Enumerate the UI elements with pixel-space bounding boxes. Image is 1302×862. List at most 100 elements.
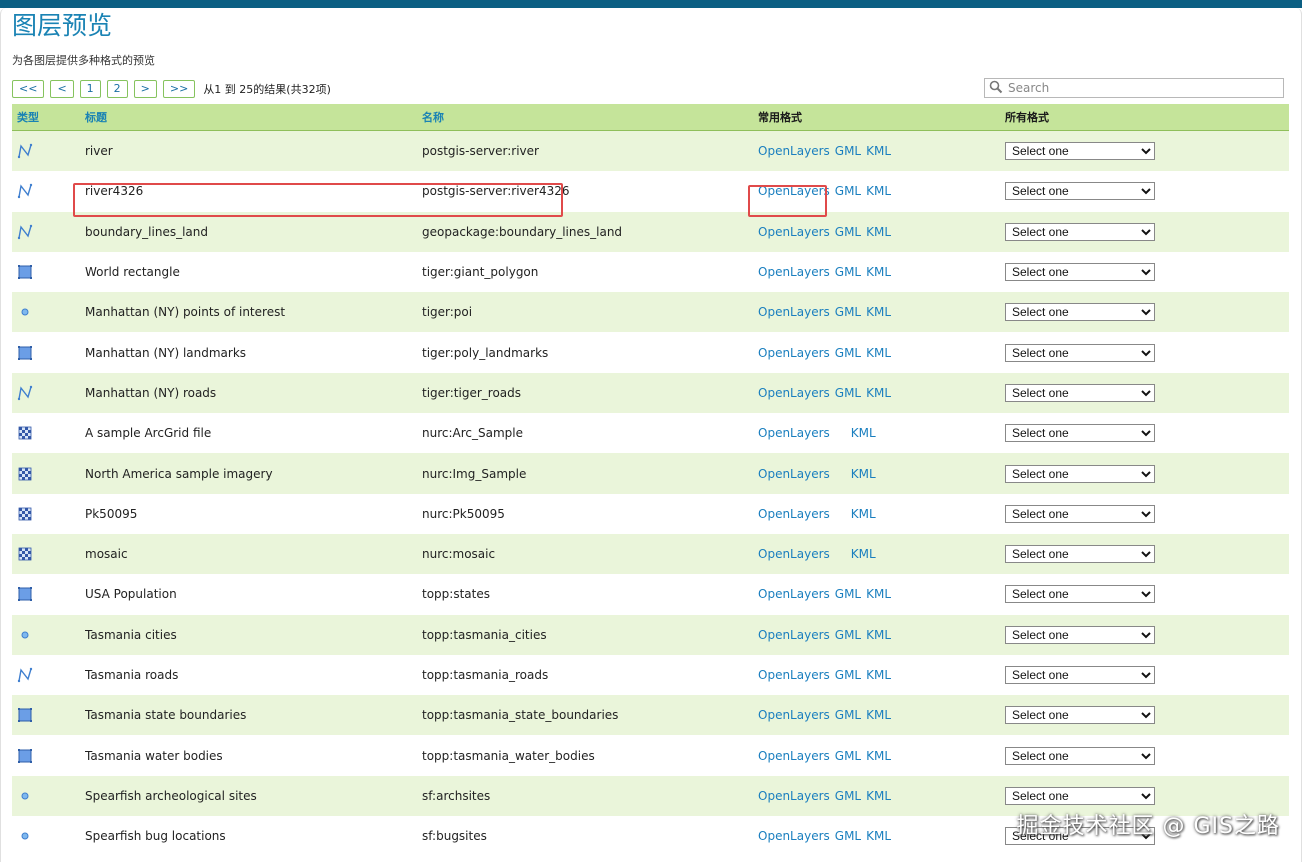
- openlayers-link[interactable]: OpenLayers: [758, 346, 830, 360]
- all-formats-select[interactable]: Select one: [1005, 545, 1155, 564]
- all-formats-select[interactable]: Select one: [1005, 343, 1155, 362]
- kml-link[interactable]: KML: [866, 265, 891, 279]
- gml-link[interactable]: GML: [835, 225, 861, 239]
- gml-link[interactable]: GML: [835, 628, 861, 642]
- all-formats-select[interactable]: Select one: [1005, 142, 1155, 161]
- openlayers-link[interactable]: OpenLayers: [758, 507, 830, 521]
- gml-link[interactable]: GML: [835, 789, 861, 803]
- kml-link[interactable]: KML: [866, 225, 891, 239]
- table-row: Tasmania water bodies topp:tasmania_water…: [12, 735, 1289, 776]
- all-formats-cell: Select one: [1005, 332, 1289, 373]
- table-row: North America sample imagery nurc:Img_Sam…: [12, 453, 1289, 494]
- gml-link[interactable]: GML: [835, 144, 861, 158]
- kml-link[interactable]: KML: [851, 467, 876, 481]
- openlayers-link[interactable]: OpenLayers: [758, 587, 830, 601]
- openlayers-link[interactable]: OpenLayers: [758, 628, 830, 642]
- gml-link[interactable]: GML: [835, 184, 861, 198]
- gml-link[interactable]: GML: [835, 668, 861, 682]
- all-formats-select[interactable]: Select one: [1005, 504, 1155, 523]
- all-formats-select[interactable]: Select one: [1005, 182, 1155, 201]
- column-header-title[interactable]: 标题: [85, 104, 422, 131]
- layer-title: A sample ArcGrid file: [85, 413, 422, 454]
- gml-link[interactable]: GML: [835, 829, 861, 843]
- polygon-icon: [17, 707, 85, 723]
- kml-link[interactable]: KML: [866, 789, 891, 803]
- openlayers-link[interactable]: OpenLayers: [758, 225, 830, 239]
- layer-name: nurc:mosaic: [422, 533, 758, 575]
- kml-link[interactable]: KML: [851, 426, 876, 440]
- openlayers-link[interactable]: OpenLayers: [758, 144, 830, 158]
- kml-link[interactable]: KML: [866, 829, 891, 843]
- common-formats: OpenLayers KML: [758, 493, 1005, 534]
- kml-link[interactable]: KML: [866, 628, 891, 642]
- kml-link[interactable]: KML: [866, 668, 891, 682]
- all-formats-cell: Select one: [1005, 654, 1289, 696]
- kml-link[interactable]: KML: [851, 547, 876, 561]
- openlayers-link[interactable]: OpenLayers: [758, 829, 830, 843]
- gml-link[interactable]: GML: [835, 587, 861, 601]
- all-formats-select[interactable]: Select one: [1005, 263, 1155, 282]
- all-formats-select[interactable]: Select one: [1005, 222, 1155, 241]
- openlayers-link[interactable]: OpenLayers: [758, 789, 830, 803]
- layer-name: tiger:tiger_roads: [422, 372, 758, 414]
- all-formats-select[interactable]: Select one: [1005, 585, 1155, 604]
- kml-link[interactable]: KML: [866, 708, 891, 722]
- openlayers-link[interactable]: OpenLayers: [758, 426, 830, 440]
- point-icon: [17, 828, 85, 844]
- all-formats-cell: Select one: [1005, 453, 1289, 494]
- column-header-name[interactable]: 名称: [422, 104, 758, 131]
- search-input[interactable]: [1006, 79, 1280, 97]
- all-formats-select[interactable]: Select one: [1005, 746, 1155, 765]
- layer-name: postgis-server:river: [422, 130, 758, 172]
- openlayers-link[interactable]: OpenLayers: [758, 547, 830, 561]
- kml-link[interactable]: KML: [866, 386, 891, 400]
- all-formats-cell: Select one: [1005, 171, 1289, 212]
- column-header-all-formats: 所有格式: [1005, 104, 1289, 131]
- gml-link[interactable]: GML: [835, 305, 861, 319]
- all-formats-cell: Select one: [1005, 574, 1289, 615]
- gml-link[interactable]: GML: [835, 265, 861, 279]
- all-formats-select[interactable]: Select one: [1005, 424, 1155, 443]
- all-formats-select[interactable]: Select one: [1005, 464, 1155, 483]
- first-page-button[interactable]: <<: [12, 80, 45, 98]
- page-1-button[interactable]: 1: [79, 80, 101, 98]
- all-formats-select[interactable]: Select one: [1005, 303, 1155, 322]
- gml-link[interactable]: GML: [835, 346, 861, 360]
- all-formats-select[interactable]: Select one: [1005, 706, 1155, 725]
- kml-link[interactable]: KML: [866, 587, 891, 601]
- page-2-button[interactable]: 2: [106, 80, 128, 98]
- kml-link[interactable]: KML: [866, 305, 891, 319]
- openlayers-link[interactable]: OpenLayers: [758, 749, 830, 763]
- openlayers-link[interactable]: OpenLayers: [758, 467, 830, 481]
- point-icon: [17, 788, 85, 804]
- kml-link[interactable]: KML: [851, 507, 876, 521]
- page-title: 图层预览: [12, 11, 113, 40]
- layer-type-cell: [12, 816, 85, 857]
- gml-link[interactable]: GML: [835, 386, 861, 400]
- openlayers-link[interactable]: OpenLayers: [758, 265, 830, 279]
- openlayers-link[interactable]: OpenLayers: [758, 668, 830, 682]
- column-header-common-formats: 常用格式: [758, 104, 1005, 131]
- gml-link[interactable]: GML: [835, 749, 861, 763]
- kml-link[interactable]: KML: [866, 346, 891, 360]
- prev-page-button[interactable]: <: [50, 80, 74, 98]
- openlayers-link[interactable]: OpenLayers: [758, 386, 830, 400]
- layer-title: Tasmania cities: [85, 614, 422, 655]
- all-formats-select[interactable]: Select one: [1005, 625, 1155, 644]
- kml-link[interactable]: KML: [866, 749, 891, 763]
- next-page-button[interactable]: >: [133, 80, 157, 98]
- layer-type-cell: [12, 453, 85, 494]
- openlayers-link[interactable]: OpenLayers: [758, 305, 830, 319]
- kml-link[interactable]: KML: [866, 144, 891, 158]
- search-box: [984, 78, 1284, 98]
- all-formats-select[interactable]: Select one: [1005, 666, 1155, 684]
- polygon-icon: [17, 345, 85, 361]
- gml-link[interactable]: GML: [835, 708, 861, 722]
- column-header-type[interactable]: 类型: [12, 104, 85, 131]
- all-formats-select[interactable]: Select one: [1005, 786, 1155, 805]
- kml-link[interactable]: KML: [866, 184, 891, 198]
- last-page-button[interactable]: >>: [162, 80, 196, 98]
- openlayers-link[interactable]: OpenLayers: [758, 708, 830, 722]
- all-formats-select[interactable]: Select one: [1005, 383, 1155, 402]
- layer-type-cell: [12, 654, 85, 696]
